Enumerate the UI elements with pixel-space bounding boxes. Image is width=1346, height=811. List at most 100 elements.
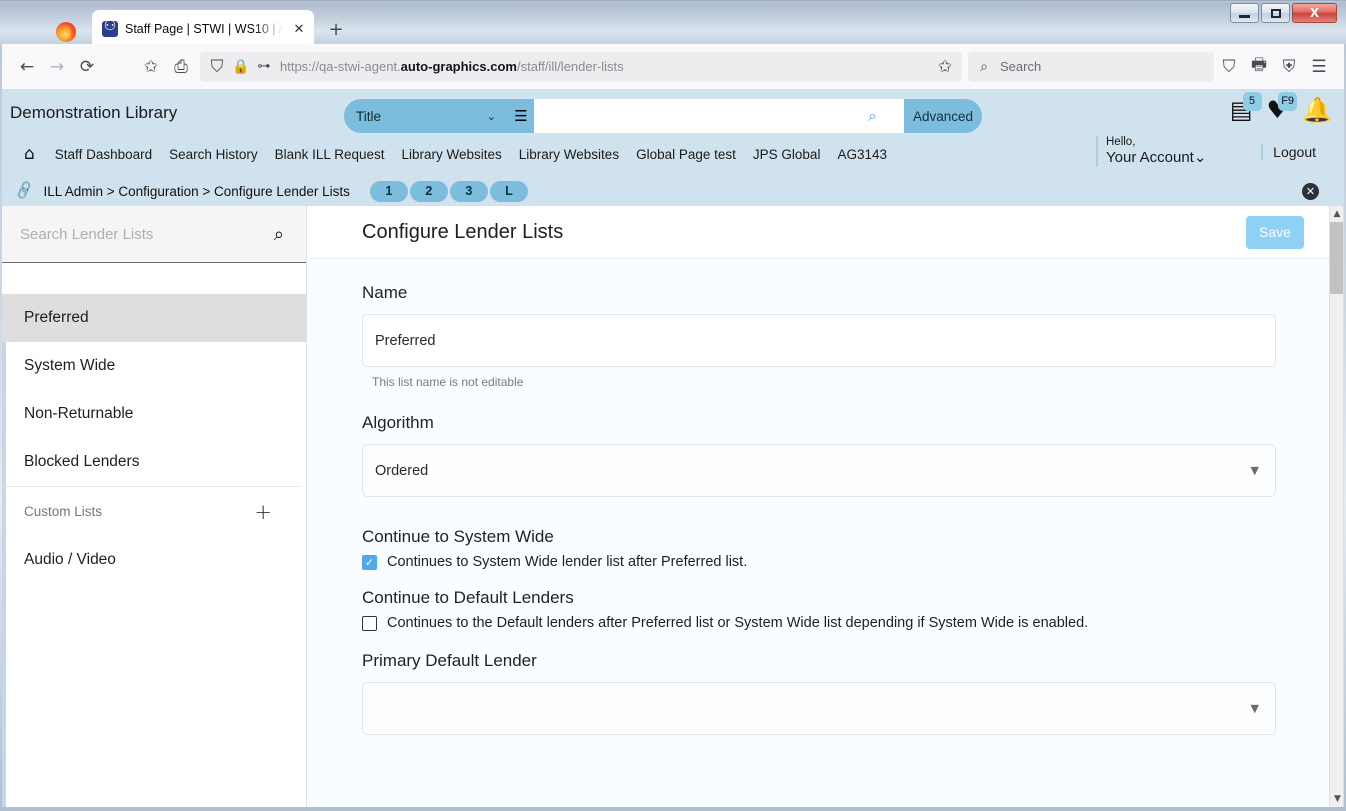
sidebar-item-non-returnable[interactable]: Non-Returnable — [2, 390, 306, 438]
scroll-down-icon[interactable]: ▼ — [1330, 791, 1344, 807]
sidebar-item-audio-video[interactable]: Audio / Video — [2, 536, 306, 584]
step-pill-1[interactable]: 1 — [369, 180, 408, 202]
reload-icon[interactable]: ⟳ — [72, 52, 102, 82]
chevron-down-icon: ▼ — [1250, 464, 1259, 477]
sidebar-item-preferred[interactable]: Preferred — [2, 294, 306, 342]
primary-default-lender-label: Primary Default Lender — [362, 651, 537, 670]
sidebar-item-blocked-lenders[interactable]: Blocked Lenders — [2, 438, 306, 486]
tab-strip: Staff Page | STWI | WS10 | Auto- ✕ + — [0, 4, 1346, 48]
field-group-continue-system-wide: Continue to System Wide ✓ Continues to S… — [362, 527, 1276, 570]
search-scope-dropdown[interactable]: Title ⌄ — [344, 99, 508, 133]
step-pill-2[interactable]: 2 — [409, 180, 448, 202]
new-tab-button[interactable]: + — [325, 18, 347, 40]
extensions-icon[interactable]: ⛨ — [1274, 52, 1304, 82]
app-header: Demonstration Library Title ⌄ ☰ Advanced… — [2, 90, 1344, 176]
bookmark-star-icon[interactable]: ✩ — [136, 52, 166, 82]
sidebar-search[interactable]: ⌕ — [2, 206, 306, 263]
checkbox-continue-default-lenders[interactable] — [362, 615, 377, 631]
lender-list-form: Name Preferred This list name is not edi… — [308, 259, 1330, 735]
continue-default-lenders-row[interactable]: Continues to the Default lenders after P… — [362, 615, 1276, 631]
algorithm-select[interactable]: Ordered ▼ — [362, 444, 1276, 497]
continue-system-wide-description: Continues to System Wide lender list aft… — [387, 554, 748, 570]
primary-nav: ⌂ Staff Dashboard Search History Blank I… — [24, 144, 887, 164]
sidebar-item-label: Preferred — [24, 309, 89, 326]
page-content: Demonstration Library Title ⌄ ☰ Advanced… — [2, 90, 1344, 807]
library-name: Demonstration Library — [10, 103, 178, 122]
browser-tab[interactable]: Staff Page | STWI | WS10 | Auto- ✕ — [92, 10, 314, 48]
save-to-pocket-icon[interactable]: ⎙ — [166, 52, 196, 82]
notifications-bell-icon[interactable]: 🔔 — [1302, 98, 1332, 122]
field-group-algorithm: Algorithm Ordered ▼ — [362, 413, 1276, 497]
name-field[interactable]: Preferred — [362, 314, 1276, 367]
nav-link-library-websites-2[interactable]: Library Websites — [519, 147, 619, 162]
close-icon[interactable]: ✕ — [1302, 183, 1319, 200]
header-icon-group: ▤ 5 ♥ F9 🔔 — [1230, 92, 1332, 122]
catalog-search-group: Title ⌄ ☰ Advanced ⌕ — [344, 99, 982, 133]
checkbox-continue-system-wide[interactable]: ✓ — [362, 554, 377, 570]
page-scrollbar[interactable]: ▲ ▼ — [1329, 206, 1344, 807]
url-bar[interactable]: ⛉ 🔒 ⊶ https://qa-stwi-agent.auto-graphic… — [200, 51, 962, 82]
browser-search-bar[interactable]: ⌕ Search — [968, 51, 1214, 82]
favorites-heart-icon[interactable]: ♥ F9 — [1267, 92, 1298, 122]
step-pill-l[interactable]: L — [489, 180, 528, 202]
breadcrumb: ILL Admin > Configuration > Configure Le… — [43, 183, 350, 199]
home-icon[interactable]: ⌂ — [24, 144, 35, 164]
account-menu[interactable]: Hello, Your Account⌄ — [1096, 136, 1216, 167]
permissions-icon[interactable]: ⊶ — [256, 52, 272, 82]
requests-list-icon[interactable]: ▤ 5 — [1230, 92, 1262, 122]
nav-link-library-websites-1[interactable]: Library Websites — [401, 147, 501, 162]
primary-default-lender-select[interactable]: ▼ — [362, 682, 1276, 735]
nav-link-blank-ill-request[interactable]: Blank ILL Request — [275, 147, 385, 162]
search-lender-lists-input[interactable] — [20, 225, 274, 243]
catalog-search-input[interactable] — [534, 99, 904, 133]
nav-link-ag3143[interactable]: AG3143 — [837, 147, 887, 162]
url-text: https://qa-stwi-agent.auto-graphics.com/… — [280, 59, 624, 74]
sidebar-item-label: System Wide — [24, 357, 116, 374]
nav-link-staff-dashboard[interactable]: Staff Dashboard — [55, 147, 152, 162]
search-icon[interactable]: ⌕ — [274, 224, 284, 245]
algorithm-value: Ordered — [375, 462, 429, 479]
nav-link-search-history[interactable]: Search History — [169, 147, 258, 162]
scroll-up-icon[interactable]: ▲ — [1330, 206, 1344, 222]
continue-default-lenders-label: Continue to Default Lenders — [362, 588, 574, 607]
configure-lender-lists-panel: Configure Lender Lists Save Name Preferr… — [308, 206, 1330, 807]
chevron-down-icon: ⌄ — [1193, 148, 1207, 166]
scrollbar-thumb[interactable] — [1330, 222, 1344, 294]
app-menu-icon[interactable]: ☰ — [1304, 52, 1334, 82]
bookmark-page-star-icon[interactable]: ✩ — [936, 52, 954, 82]
print-icon[interactable]: 🖶 — [1244, 52, 1274, 82]
sidebar-list-top-spacer — [2, 263, 306, 294]
lender-lists-sidebar: ⌕ Preferred System Wide Non-Returnable B… — [2, 206, 307, 807]
save-button[interactable]: Save — [1246, 215, 1304, 249]
back-icon[interactable]: ← — [12, 52, 42, 82]
breadcrumb-bar: 🔗 ILL Admin > Configuration > Configure … — [2, 176, 1344, 206]
database-icon[interactable]: ☰ — [508, 99, 534, 133]
chevron-down-icon: ⌄ — [486, 109, 496, 123]
browser-window: X Staff Page | STWI | WS10 | Auto- ✕ + ←… — [0, 0, 1346, 811]
link-icon: 🔗 — [13, 180, 36, 202]
logout-link[interactable]: Logout — [1261, 144, 1316, 160]
continue-system-wide-row[interactable]: ✓ Continues to System Wide lender list a… — [362, 554, 1276, 570]
plus-icon[interactable]: + — [254, 500, 272, 524]
shield-icon[interactable]: ⛉ — [208, 52, 226, 82]
search-icon[interactable]: ⌕ — [868, 106, 888, 126]
sidebar-item-system-wide[interactable]: System Wide — [2, 342, 306, 390]
account-shield-icon[interactable]: ⛉ — [1214, 52, 1244, 82]
search-icon: ⌕ — [980, 58, 988, 75]
field-group-name: Name Preferred This list name is not edi… — [362, 283, 1276, 389]
nav-link-global-page-test[interactable]: Global Page test — [636, 147, 736, 162]
tab-title: Staff Page | STWI | WS10 | Auto- — [125, 22, 283, 36]
step-pill-3[interactable]: 3 — [449, 180, 488, 202]
advanced-search-button[interactable]: Advanced — [904, 99, 982, 133]
field-group-primary-default-lender: Primary Default Lender ▼ — [362, 651, 1276, 735]
tab-close-icon[interactable]: ✕ — [290, 20, 308, 38]
algorithm-label: Algorithm — [362, 413, 434, 432]
sidebar-item-label: Non-Returnable — [24, 405, 134, 422]
lock-icon[interactable]: 🔒 — [232, 52, 249, 82]
nav-link-jps-global[interactable]: JPS Global — [753, 147, 821, 162]
page-title: Configure Lender Lists — [362, 220, 564, 243]
chevron-down-icon: ▼ — [1250, 702, 1259, 715]
field-group-continue-default-lenders: Continue to Default Lenders Continues to… — [362, 588, 1276, 631]
forward-icon[interactable]: → — [42, 52, 72, 82]
browser-search-placeholder: Search — [1000, 59, 1042, 74]
